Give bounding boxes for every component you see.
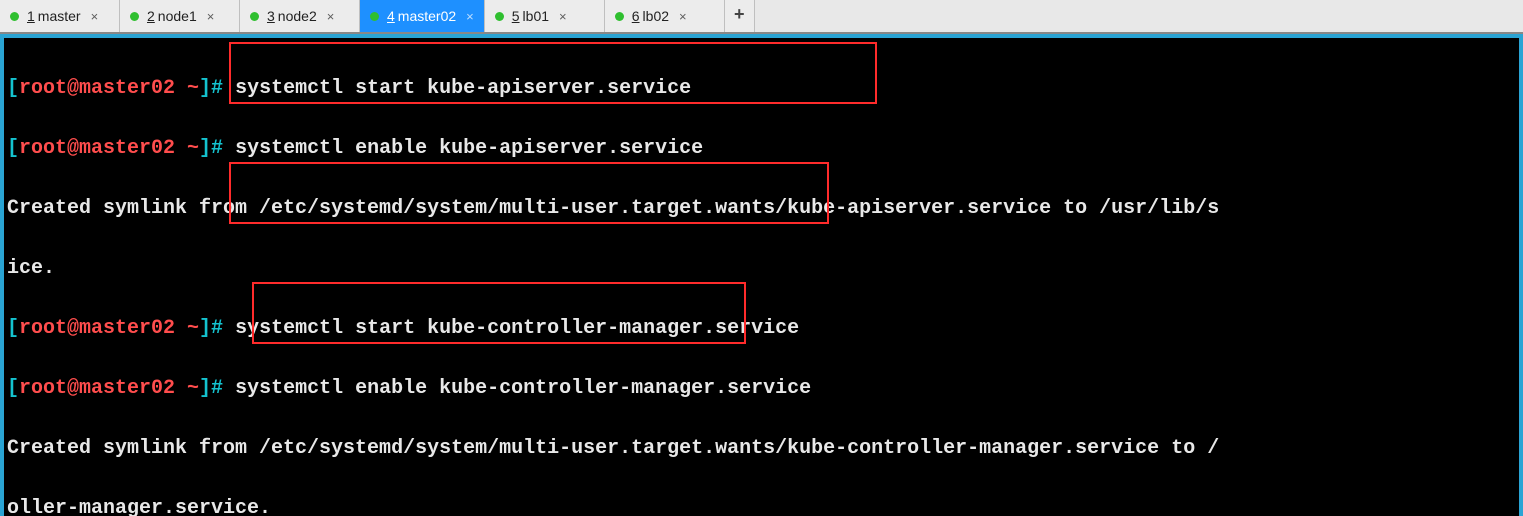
- prompt-userhost: root@master02 ~: [19, 317, 199, 340]
- tab-label: master02: [398, 8, 456, 24]
- tab-number: 2: [147, 8, 155, 24]
- tab-label: node2: [278, 8, 317, 24]
- prompt-bracket: [: [7, 377, 19, 400]
- prompt-userhost: root@master02 ~: [19, 137, 199, 160]
- status-dot-icon: [250, 12, 259, 21]
- status-dot-icon: [615, 12, 624, 21]
- tab-node1[interactable]: 2 node1 ×: [120, 0, 240, 32]
- tab-label: lb02: [643, 8, 669, 24]
- tab-node2[interactable]: 3 node2 ×: [240, 0, 360, 32]
- tab-bar: 1 master × 2 node1 × 3 node2 × 4 master0…: [0, 0, 1523, 34]
- status-dot-icon: [10, 12, 19, 21]
- status-dot-icon: [370, 12, 379, 21]
- terminal-line: [root@master02 ~]# systemctl enable kube…: [7, 374, 1516, 404]
- close-icon[interactable]: ×: [327, 9, 335, 24]
- tab-lb02[interactable]: 6 lb02 ×: [605, 0, 725, 32]
- tab-label: master: [38, 8, 81, 24]
- tab-master02[interactable]: 4 master02 ×: [360, 0, 485, 32]
- prompt-userhost: root@master02 ~: [19, 377, 199, 400]
- close-icon[interactable]: ×: [679, 9, 687, 24]
- prompt-bracket: [: [7, 317, 19, 340]
- tab-lb01[interactable]: 5 lb01 ×: [485, 0, 605, 32]
- tab-master[interactable]: 1 master ×: [0, 0, 120, 32]
- prompt-bracket: ]#: [199, 77, 223, 100]
- prompt-userhost: root@master02 ~: [19, 77, 199, 100]
- add-tab-button[interactable]: +: [725, 0, 755, 32]
- prompt-bracket: [: [7, 137, 19, 160]
- terminal-line: [root@master02 ~]# systemctl start kube-…: [7, 74, 1516, 104]
- output-line: oller-manager.service.: [7, 494, 1516, 516]
- close-icon[interactable]: ×: [91, 9, 99, 24]
- output-line: Created symlink from /etc/systemd/system…: [7, 434, 1516, 464]
- command-text: systemctl start kube-apiserver.service: [235, 77, 691, 100]
- tab-number: 5: [512, 8, 520, 24]
- tab-number: 3: [267, 8, 275, 24]
- command-text: systemctl start kube-controller-manager.…: [235, 317, 799, 340]
- close-icon[interactable]: ×: [559, 9, 567, 24]
- close-icon[interactable]: ×: [466, 9, 474, 24]
- prompt-bracket: ]#: [199, 137, 223, 160]
- tab-number: 4: [387, 8, 395, 24]
- output-line: Created symlink from /etc/systemd/system…: [7, 194, 1516, 224]
- tab-label: node1: [158, 8, 197, 24]
- status-dot-icon: [130, 12, 139, 21]
- tab-number: 6: [632, 8, 640, 24]
- command-text: systemctl enable kube-controller-manager…: [235, 377, 811, 400]
- prompt-bracket: ]#: [199, 377, 223, 400]
- plus-icon: +: [734, 6, 745, 26]
- status-dot-icon: [495, 12, 504, 21]
- terminal-content: [root@master02 ~]# systemctl start kube-…: [4, 38, 1519, 516]
- terminal-line: [root@master02 ~]# systemctl start kube-…: [7, 314, 1516, 344]
- prompt-bracket: ]#: [199, 317, 223, 340]
- prompt-bracket: [: [7, 77, 19, 100]
- output-line: ice.: [7, 254, 1516, 284]
- terminal-line: [root@master02 ~]# systemctl enable kube…: [7, 134, 1516, 164]
- command-text: systemctl enable kube-apiserver.service: [235, 137, 703, 160]
- terminal-pane[interactable]: [root@master02 ~]# systemctl start kube-…: [0, 34, 1523, 516]
- tab-number: 1: [27, 8, 35, 24]
- tab-label: lb01: [523, 8, 549, 24]
- close-icon[interactable]: ×: [207, 9, 215, 24]
